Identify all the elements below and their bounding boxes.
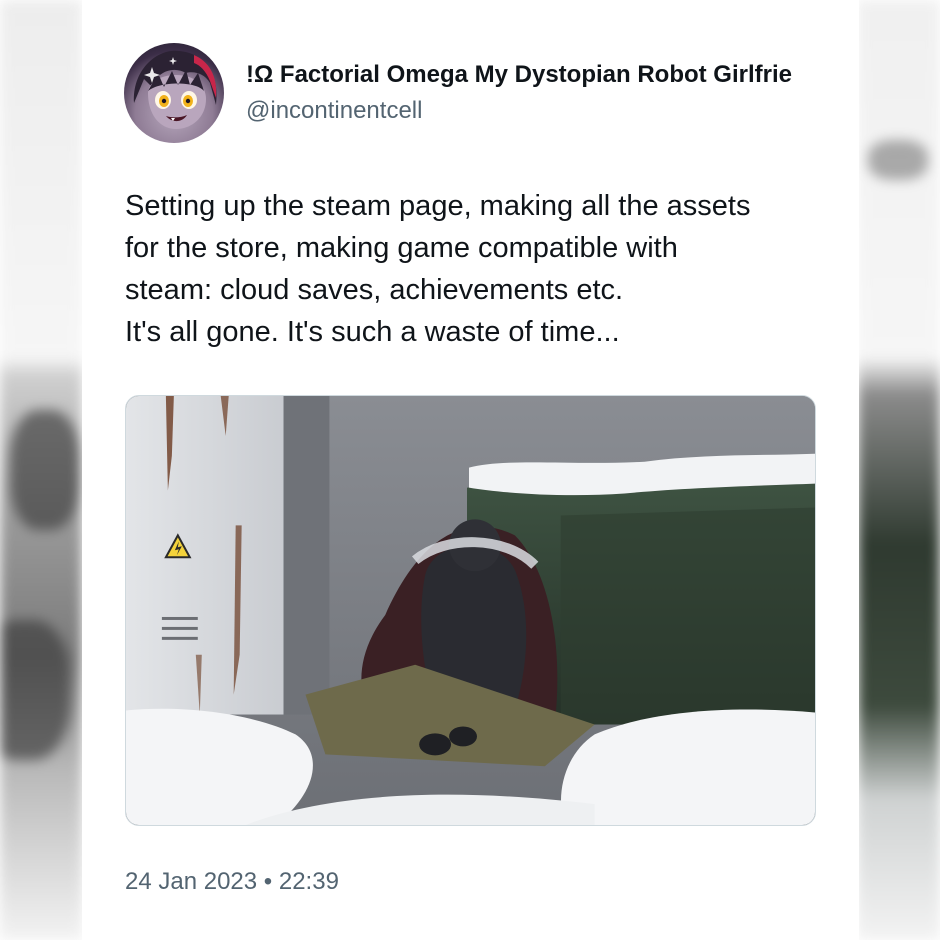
tweet-card: !Ω Factorial Omega My Dystopian Robot Gi… — [82, 0, 859, 940]
tweet-text-line: It's all gone. It's such a waste of time… — [125, 316, 620, 348]
blurred-background-left — [0, 0, 82, 940]
tweet-text: Setting up the steam page, making all th… — [125, 185, 835, 353]
blurred-background-right — [858, 0, 940, 940]
author-display-name[interactable]: !Ω Factorial Omega My Dystopian Robot Gi… — [246, 60, 859, 90]
author-handle[interactable]: @incontinentcell — [246, 96, 422, 126]
tweet-text-line: for the store, making game compatible wi… — [125, 232, 678, 264]
illustration-image — [126, 396, 815, 825]
tweet-timestamp[interactable]: 24 Jan 2023 • 22:39 — [125, 867, 339, 897]
tweet-text-line: Setting up the steam page, making all th… — [125, 190, 751, 222]
avatar[interactable] — [124, 43, 224, 143]
tweet-media[interactable] — [125, 395, 816, 826]
avatar-image — [133, 50, 217, 129]
tweet-text-line: steam: cloud saves, achievements etc. — [125, 274, 624, 306]
